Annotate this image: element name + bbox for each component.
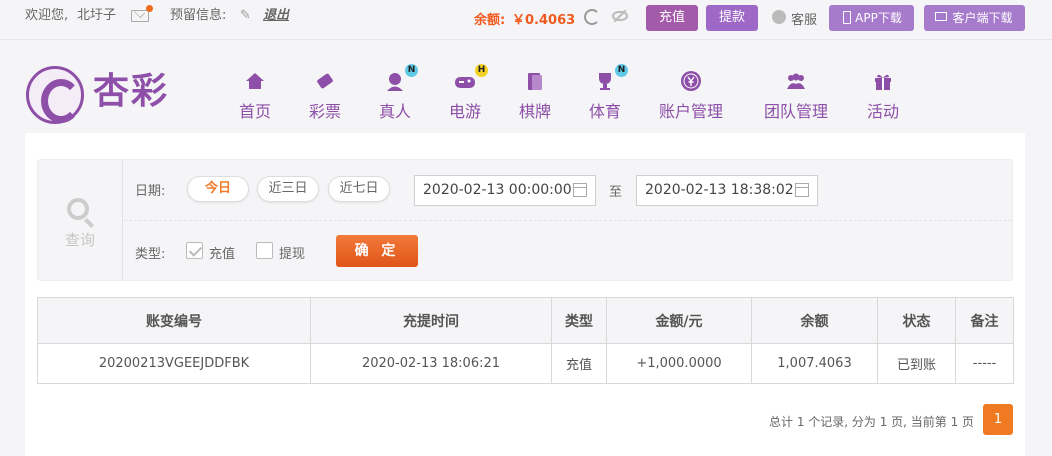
balance-label: 余额: (474, 13, 506, 28)
top-bar: 欢迎您, 北圩子 预留信息: ✎ 退出 余额: ￥0.4063 充值 提款 客服… (0, 0, 1052, 40)
withdraw-button[interactable]: 提款 (706, 5, 758, 31)
cell-balance: 1,007.4063 (751, 343, 878, 384)
hot-badge: H (475, 64, 488, 77)
nav-team-management[interactable]: 团队管理 (760, 68, 832, 122)
cell-id: 20200213VGEEJDDFBK (37, 343, 311, 384)
customer-service-icon[interactable] (772, 10, 786, 24)
query-sidebar: 查询 (38, 160, 123, 280)
range-today-button[interactable]: 今日 (187, 176, 249, 202)
nav-live[interactable]: N 真人 (372, 64, 418, 122)
nav-lottery[interactable]: 彩票 (302, 68, 348, 122)
withdraw-checkbox[interactable] (256, 242, 273, 259)
end-date-input[interactable]: 2020-02-13 18:38:02 (636, 175, 818, 206)
new-badge: N (615, 64, 628, 77)
new-badge: N (405, 64, 418, 77)
confirm-button[interactable]: 确 定 (336, 235, 418, 267)
pagination-summary: 总计 1 个记录, 分为 1 页, 当前第 1 页 (769, 415, 975, 429)
logout-link[interactable]: 退出 (263, 8, 289, 24)
brand-logo-text[interactable]: 杏彩 (93, 69, 169, 113)
gift-icon (875, 74, 891, 90)
content-panel: 查询 日期: 今日 近三日 近七日 2020-02-13 00:00:00 至 … (25, 133, 1025, 456)
nav-label: 账户管理 (658, 102, 723, 121)
calendar-icon[interactable] (573, 183, 587, 197)
reserved-info-label: 预留信息: (170, 8, 227, 23)
nav-label: 首页 (238, 102, 271, 121)
calendar-icon[interactable] (795, 183, 809, 197)
monitor-icon (935, 12, 947, 21)
home-icon (246, 73, 264, 89)
col-header-amount: 金额/元 (606, 297, 752, 344)
nav-card-games[interactable]: 棋牌 (512, 68, 558, 122)
col-header-balance: 余额 (751, 297, 878, 344)
logo-emblem-icon[interactable] (26, 66, 84, 124)
nav-label: 真人 (378, 102, 411, 121)
cell-amount: +1,000.0000 (606, 343, 752, 384)
col-header-id: 账变编号 (37, 297, 311, 344)
col-header-status: 状态 (877, 297, 956, 344)
search-icon (67, 198, 89, 220)
phone-icon (843, 11, 851, 24)
row-divider (124, 220, 1012, 221)
transactions-table: 账变编号 充提时间 类型 金额/元 余额 状态 备注 20200213VGEEJ… (37, 297, 1014, 384)
range-3days-button[interactable]: 近三日 (257, 176, 319, 202)
nav-account-management[interactable]: 账户管理 (656, 68, 726, 122)
nav-label: 彩票 (308, 102, 341, 121)
nav-electronic-games[interactable]: H 电游 (442, 64, 488, 122)
team-icon (787, 73, 805, 89)
username-link[interactable]: 北圩子 (77, 8, 116, 24)
cell-time: 2020-02-13 18:06:21 (310, 343, 552, 384)
mail-icon[interactable] (131, 10, 149, 22)
type-label: 类型: (135, 247, 166, 262)
gamepad-icon (455, 77, 475, 88)
nav-label: 棋牌 (518, 102, 551, 121)
col-header-time: 充提时间 (310, 297, 552, 344)
balance-value: ￥0.4063 (512, 13, 576, 28)
page-1-button[interactable]: 1 (983, 404, 1013, 435)
range-7days-button[interactable]: 近七日 (328, 176, 390, 202)
edit-icon[interactable]: ✎ (240, 8, 251, 23)
recharge-button[interactable]: 充值 (646, 5, 698, 31)
customer-service-link[interactable]: 客服 (791, 9, 817, 28)
cell-status: 已到账 (877, 343, 956, 384)
nav-sports[interactable]: N 体育 (582, 64, 628, 122)
trophy-icon (599, 73, 611, 90)
welcome-text: 欢迎您, (25, 8, 69, 23)
nav-label: 团队管理 (763, 102, 828, 121)
cell-type: 充值 (551, 343, 607, 384)
start-date-input[interactable]: 2020-02-13 00:00:00 (414, 175, 596, 206)
app-download-button[interactable]: APP下载 (829, 5, 914, 31)
nav-label: 活动 (866, 102, 899, 121)
to-label: 至 (609, 185, 623, 200)
table-row: 20200213VGEEJDDFBK 2020-02-13 18:06:21 充… (37, 343, 1014, 384)
date-label: 日期: (135, 184, 166, 199)
query-label: 查询 (65, 231, 96, 249)
col-header-type: 类型 (551, 297, 607, 344)
cell-remark: ----- (955, 343, 1014, 384)
lottery-icon (317, 73, 333, 89)
withdraw-type-label[interactable]: 提现 (279, 243, 305, 262)
unread-dot-icon (146, 5, 153, 12)
table-header-row: 账变编号 充提时间 类型 金额/元 余额 状态 备注 (37, 297, 1014, 344)
cards-icon (528, 73, 542, 90)
live-dealer-icon (387, 73, 403, 91)
nav-label: 体育 (588, 102, 621, 121)
refresh-icon[interactable] (584, 9, 600, 25)
filter-box: 查询 日期: 今日 近三日 近七日 2020-02-13 00:00:00 至 … (37, 159, 1013, 281)
recharge-checkbox[interactable] (186, 242, 203, 259)
nav-label: 电游 (448, 102, 481, 121)
nav-home[interactable]: 首页 (232, 68, 278, 122)
nav-promotions[interactable]: 活动 (860, 68, 906, 122)
hide-balance-icon[interactable] (612, 11, 628, 21)
recharge-type-label[interactable]: 充值 (209, 243, 235, 262)
yen-coin-icon (681, 71, 701, 91)
col-header-remark: 备注 (955, 297, 1014, 344)
